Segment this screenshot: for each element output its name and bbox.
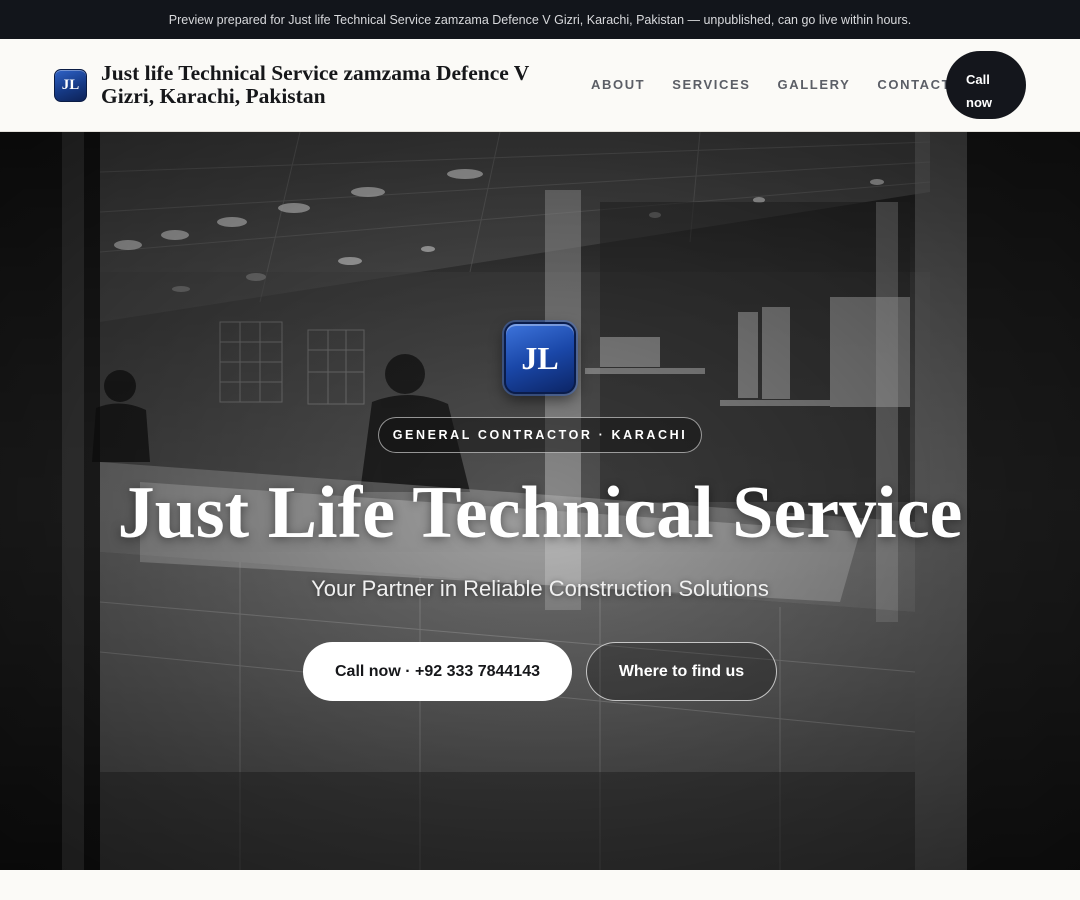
brand-logo[interactable]: JL [54, 69, 87, 102]
category-badge-text: GENERAL CONTRACTOR · KARACHI [392, 428, 688, 442]
nav-about[interactable]: ABOUT [591, 77, 645, 92]
header-call-label-line1: Call [966, 71, 990, 87]
nav-services[interactable]: SERVICES [672, 77, 750, 92]
hero-logo: JL [504, 322, 576, 394]
header-call-label-line2: now [966, 94, 992, 110]
hero-subtitle: Your Partner in Reliable Construction So… [311, 576, 769, 601]
header-call-now-button[interactable]: Call now [946, 51, 1026, 119]
brand-name[interactable]: Just life Technical Service zamzama Defe… [101, 62, 571, 108]
site-header: JL Just life Technical Service zamzama D… [0, 39, 1080, 132]
preview-notice-text: Preview prepared for Just life Technical… [168, 12, 912, 27]
hero-title: Just Life Technical Service [117, 472, 963, 554]
preview-notice-bar: Preview prepared for Just life Technical… [0, 0, 1080, 39]
main-nav: ABOUT SERVICES GALLERY CONTACT [591, 77, 978, 92]
next-section-edge [0, 870, 1080, 900]
brand-logo-text: JL [61, 77, 80, 93]
where-to-find-us-button[interactable]: Where to find us [586, 642, 777, 701]
category-badge: GENERAL CONTRACTOR · KARACHI [378, 417, 702, 453]
hero-logo-text: JL [521, 339, 559, 376]
nav-contact[interactable]: CONTACT [877, 77, 951, 92]
nav-gallery[interactable]: GALLERY [778, 77, 851, 92]
hero-section: JL GENERAL CONTRACTOR · KARACHI Just Lif… [0, 132, 1080, 870]
call-now-phone-button[interactable]: Call now · +92 333 7844143 [303, 642, 572, 701]
